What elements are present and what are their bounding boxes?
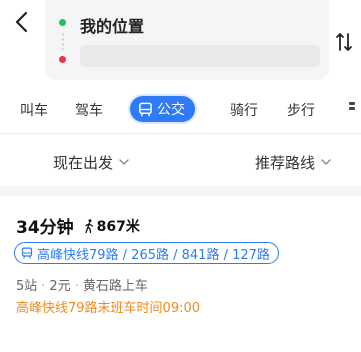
tab-transit[interactable]: 公交 — [130, 96, 195, 122]
destination-dot — [59, 56, 66, 63]
origin-dot — [59, 19, 66, 26]
tab-taxi[interactable]: 叫车 — [20, 100, 48, 120]
transit-lines-badge: 高峰快线79路 / 265路 / 841路 / 127路 — [14, 242, 279, 264]
depart-time-label: 现在出发 — [53, 154, 114, 172]
destination-field[interactable] — [80, 45, 320, 67]
divider — [0, 133, 361, 134]
bus-icon — [21, 247, 33, 259]
bus-icon — [139, 102, 152, 116]
route-duration: 34分钟 — [16, 218, 74, 238]
tab-drive[interactable]: 驾车 — [75, 100, 103, 120]
chevron-down-icon — [119, 159, 129, 165]
back-button[interactable] — [12, 10, 34, 34]
fare: 2元 — [49, 279, 71, 294]
route-input-card: 我的位置 — [45, 0, 329, 80]
last-bus-notice: 高峰快线79路末班车时间09:00 — [16, 301, 201, 316]
route-result-card[interactable]: 34分钟 867米 高峰快线79路 / 265路 / 841路 / 127路 5… — [0, 196, 361, 352]
tab-walk[interactable]: 步行 — [287, 100, 315, 120]
route-preference-label: 推荐路线 — [255, 154, 316, 172]
walk-icon — [85, 218, 93, 233]
walk-distance-value: 867米 — [96, 218, 140, 235]
swap-icon — [336, 33, 352, 51]
walk-distance: 867米 — [84, 216, 140, 236]
section-separator — [0, 186, 361, 196]
route-meta: 5站 · 2元 · 黄石路上车 — [16, 279, 148, 294]
transport-mode-tabs: 叫车 驾车 公交 骑行 步行 — [0, 92, 361, 126]
stop-count: 5站 — [16, 279, 38, 294]
chevron-down-icon — [321, 159, 331, 165]
more-icon[interactable] — [349, 102, 355, 118]
transit-lines-text: 高峰快线79路 / 265路 / 841路 / 127路 — [37, 247, 270, 263]
tab-transit-label: 公交 — [157, 102, 185, 118]
back-arrow-icon — [15, 11, 28, 33]
route-preference-dropdown[interactable]: 推荐路线 — [255, 152, 331, 173]
swap-button[interactable] — [333, 30, 355, 54]
route-planner-screen: 我的位置 叫车 驾车 公交 骑行 步行 现在出发 推荐路线 34分钟 867米 … — [0, 0, 361, 352]
depart-time-dropdown[interactable]: 现在出发 — [53, 152, 129, 173]
origin-field[interactable]: 我的位置 — [80, 13, 144, 37]
route-summary: 34分钟 867米 — [16, 213, 140, 238]
boarding-stop: 黄石路上车 — [82, 279, 148, 294]
route-connector — [62, 32, 64, 50]
tab-cycle[interactable]: 骑行 — [230, 100, 258, 120]
